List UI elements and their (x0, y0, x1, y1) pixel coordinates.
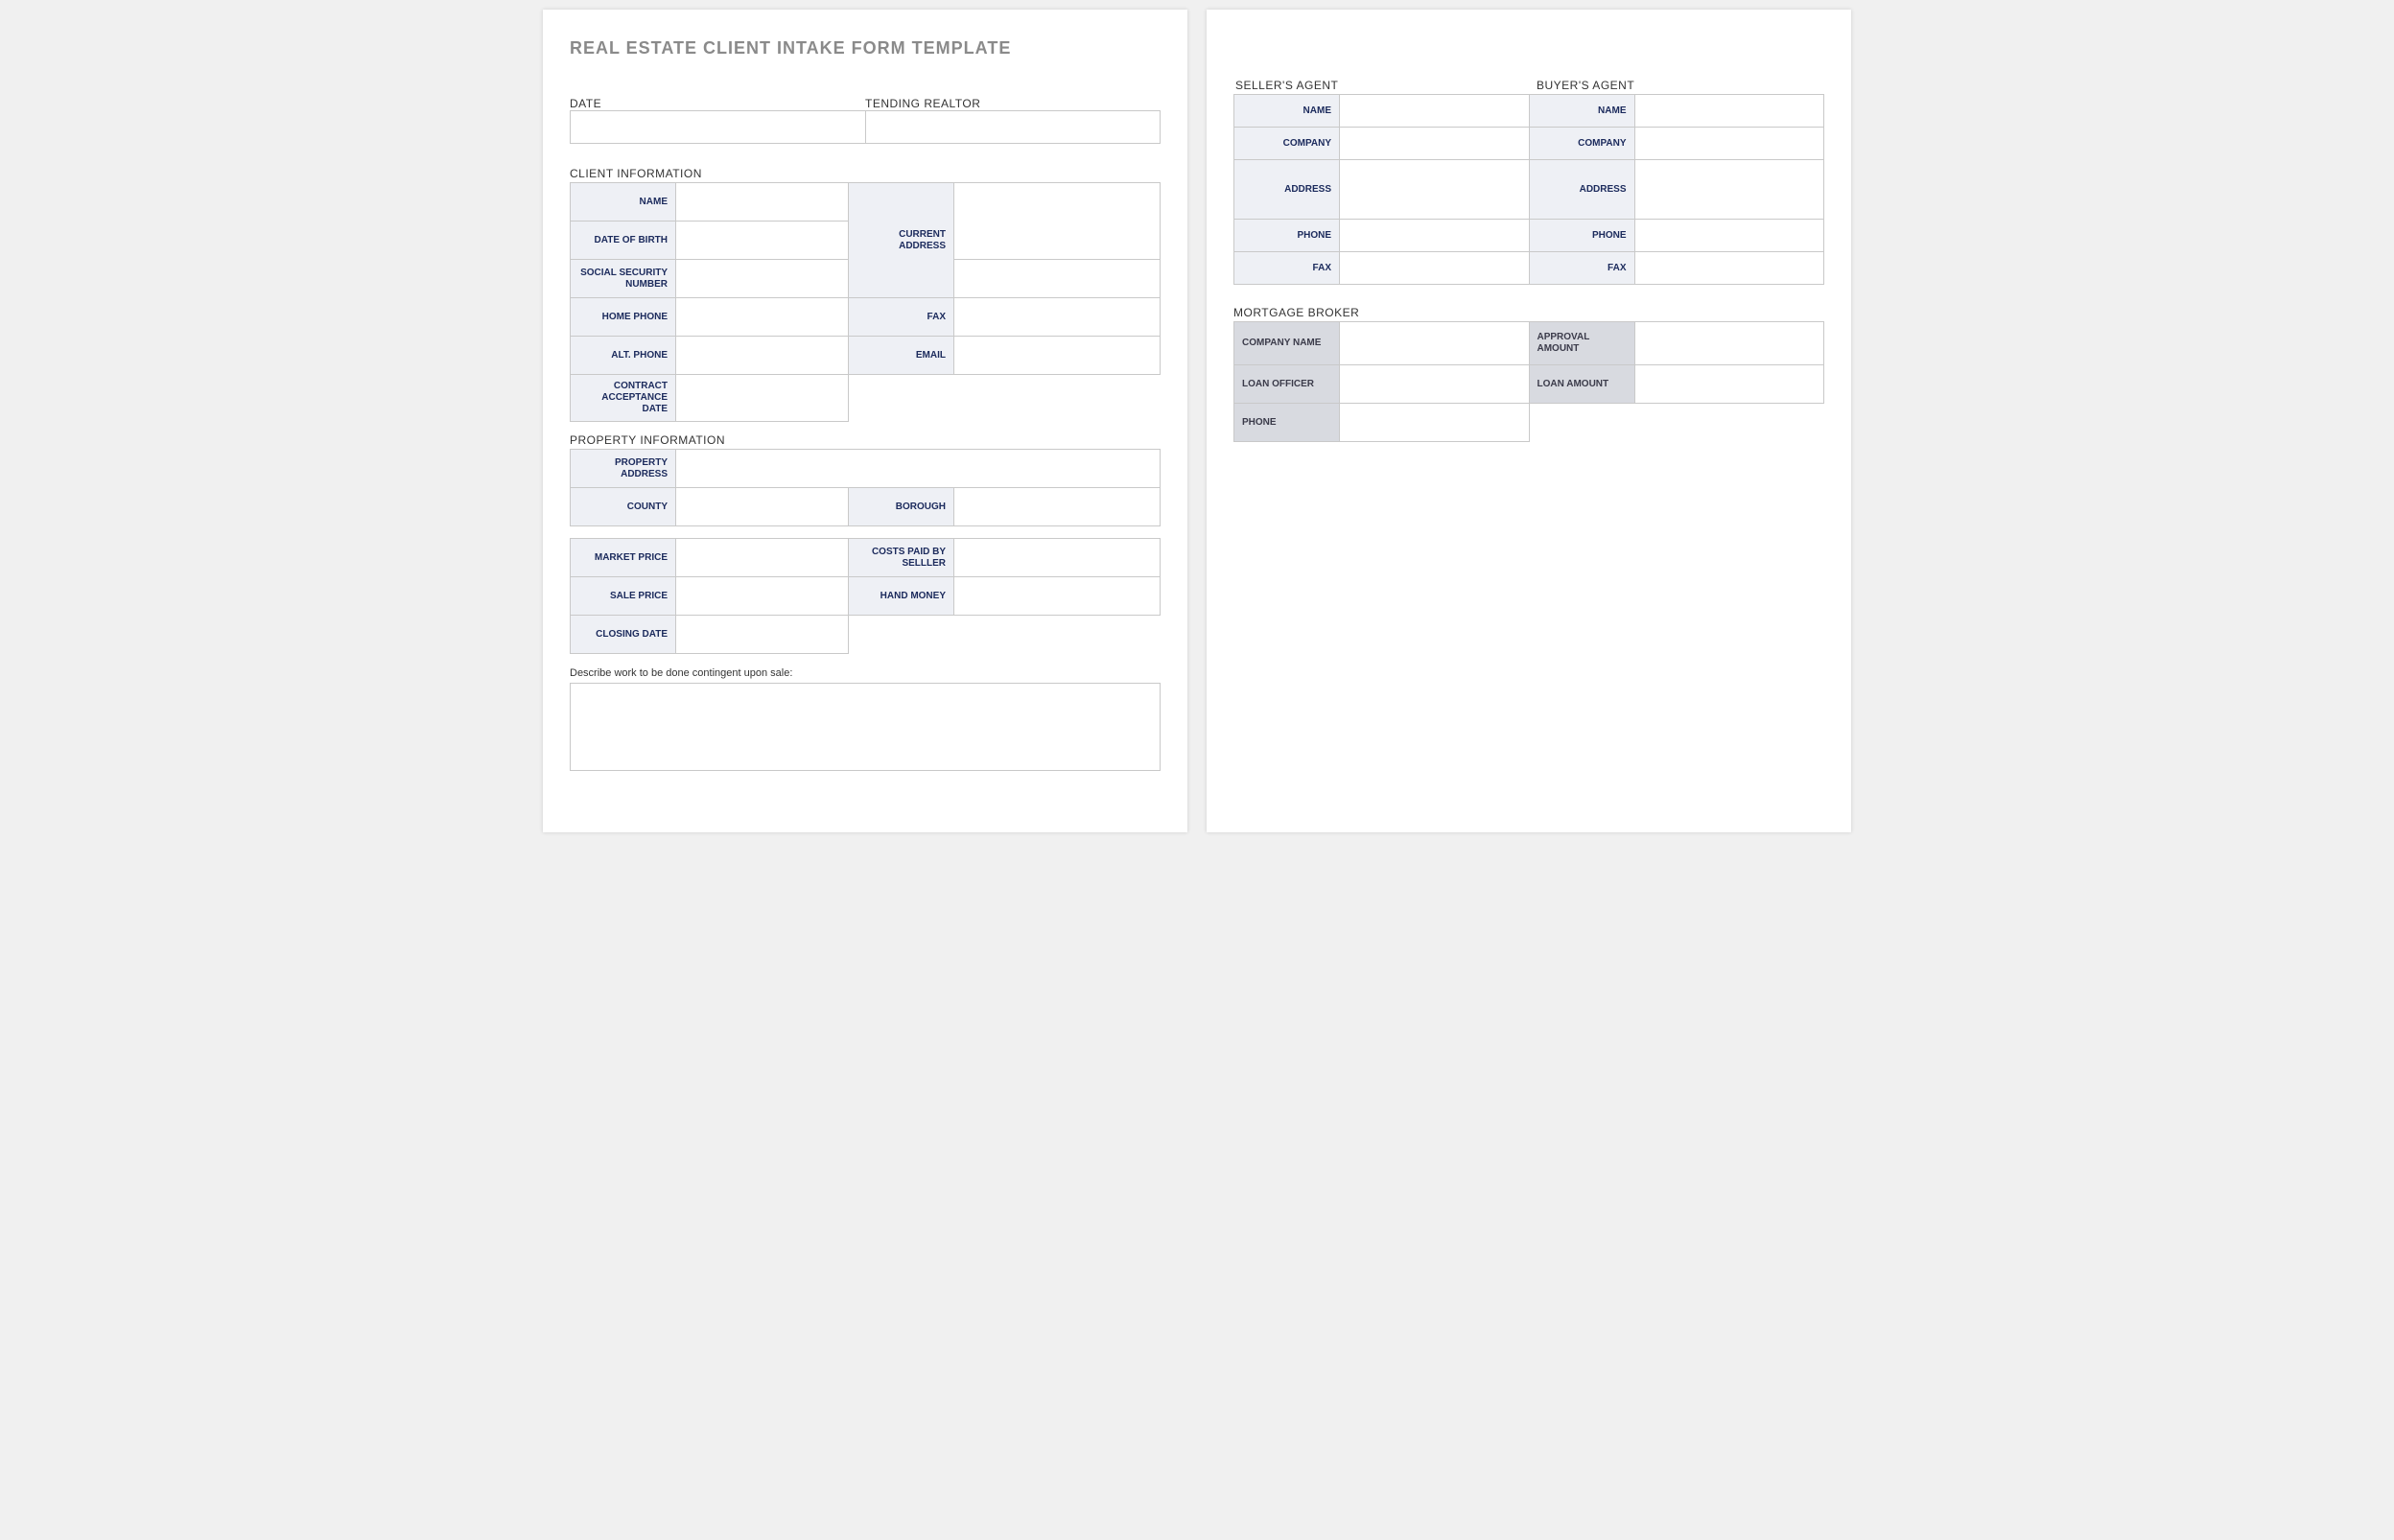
label-alt-phone: ALT. PHONE (571, 337, 676, 375)
buyers-agent-header: BUYER'S AGENT (1523, 79, 1824, 92)
describe-label: Describe work to be done contingent upon… (570, 667, 1161, 679)
label-costs-paid: COSTS PAID BY SELLLER (849, 539, 954, 577)
input-closing-date[interactable] (676, 616, 849, 654)
input-costs-paid[interactable] (954, 539, 1161, 577)
page-2: SELLER'S AGENT BUYER'S AGENT NAME NAME C… (1207, 10, 1851, 832)
property-table-2: MARKET PRICE COSTS PAID BY SELLLER SALE … (570, 538, 1161, 654)
input-market-price[interactable] (676, 539, 849, 577)
label-loan-amount: LOAN AMOUNT (1529, 365, 1634, 404)
label-name: NAME (571, 183, 676, 222)
sellers-agent-header: SELLER'S AGENT (1233, 79, 1523, 92)
input-approval-amount[interactable] (1634, 322, 1824, 365)
input-seller-address[interactable] (1340, 160, 1530, 220)
label-county: COUNTY (571, 488, 676, 526)
input-contract-date[interactable] (676, 375, 849, 422)
label-home-phone: HOME PHONE (571, 298, 676, 337)
label-sale-price: SALE PRICE (571, 577, 676, 616)
date-input[interactable] (571, 111, 866, 144)
property-table-1: PROPERTY ADDRESS COUNTY BOROUGH (570, 449, 1161, 526)
input-buyer-company[interactable] (1634, 128, 1824, 160)
input-county[interactable] (676, 488, 849, 526)
label-market-price: MARKET PRICE (571, 539, 676, 577)
input-loan-officer[interactable] (1340, 365, 1530, 404)
form-title: REAL ESTATE CLIENT INTAKE FORM TEMPLATE (570, 38, 1161, 58)
input-fax[interactable] (954, 298, 1161, 337)
input-ssn[interactable] (676, 260, 849, 298)
input-alt-phone[interactable] (676, 337, 849, 375)
label-borough: BOROUGH (849, 488, 954, 526)
input-buyer-address[interactable] (1634, 160, 1824, 220)
input-seller-fax[interactable] (1340, 252, 1530, 285)
label-buyer-address: ADDRESS (1529, 160, 1634, 220)
input-address-2[interactable] (954, 260, 1161, 298)
input-name[interactable] (676, 183, 849, 222)
label-buyer-phone: PHONE (1529, 220, 1634, 252)
agents-table: NAME NAME COMPANY COMPANY ADDRESS ADDRES… (1233, 94, 1824, 285)
label-buyer-fax: FAX (1529, 252, 1634, 285)
property-section-header: PROPERTY INFORMATION (570, 433, 1161, 447)
realtor-input[interactable] (865, 111, 1161, 144)
input-home-phone[interactable] (676, 298, 849, 337)
broker-section-header: MORTGAGE BROKER (1233, 306, 1824, 319)
input-borough[interactable] (954, 488, 1161, 526)
describe-input[interactable] (570, 683, 1161, 771)
label-buyer-name: NAME (1529, 95, 1634, 128)
input-broker-phone[interactable] (1340, 404, 1530, 442)
input-seller-company[interactable] (1340, 128, 1530, 160)
label-loan-officer: LOAN OFFICER (1234, 365, 1340, 404)
input-seller-phone[interactable] (1340, 220, 1530, 252)
input-dob[interactable] (676, 222, 849, 260)
label-broker-phone: PHONE (1234, 404, 1340, 442)
label-ssn: SOCIAL SECURITY NUMBER (571, 260, 676, 298)
input-buyer-phone[interactable] (1634, 220, 1824, 252)
date-header: DATE (570, 97, 865, 110)
label-closing-date: CLOSING DATE (571, 616, 676, 654)
label-hand-money: HAND MONEY (849, 577, 954, 616)
input-seller-name[interactable] (1340, 95, 1530, 128)
label-current-address: CURRENT ADDRESS (849, 183, 954, 298)
label-seller-name: NAME (1234, 95, 1340, 128)
input-hand-money[interactable] (954, 577, 1161, 616)
label-contract-date: CONTRACT ACCEPTANCE DATE (571, 375, 676, 422)
realtor-header: TENDING REALTOR (865, 97, 1161, 110)
broker-table: COMPANY NAME APPROVAL AMOUNT LOAN OFFICE… (1233, 321, 1824, 442)
label-approval-amount: APPROVAL AMOUNT (1529, 322, 1634, 365)
label-seller-fax: FAX (1234, 252, 1340, 285)
input-buyer-name[interactable] (1634, 95, 1824, 128)
label-email: EMAIL (849, 337, 954, 375)
input-address-1[interactable] (954, 183, 1161, 260)
agents-headers: SELLER'S AGENT BUYER'S AGENT (1233, 79, 1824, 94)
label-seller-phone: PHONE (1234, 220, 1340, 252)
label-dob: DATE OF BIRTH (571, 222, 676, 260)
input-prop-address[interactable] (676, 450, 1161, 488)
input-buyer-fax[interactable] (1634, 252, 1824, 285)
input-loan-amount[interactable] (1634, 365, 1824, 404)
label-company-name: COMPANY NAME (1234, 322, 1340, 365)
label-buyer-company: COMPANY (1529, 128, 1634, 160)
label-seller-company: COMPANY (1234, 128, 1340, 160)
top-headers: DATE TENDING REALTOR (570, 97, 1161, 110)
input-company-name[interactable] (1340, 322, 1530, 365)
page-1: REAL ESTATE CLIENT INTAKE FORM TEMPLATE … (543, 10, 1187, 832)
label-seller-address: ADDRESS (1234, 160, 1340, 220)
client-section-header: CLIENT INFORMATION (570, 167, 1161, 180)
label-prop-address: PROPERTY ADDRESS (571, 450, 676, 488)
label-fax: FAX (849, 298, 954, 337)
input-email[interactable] (954, 337, 1161, 375)
client-table: NAME CURRENT ADDRESS DATE OF BIRTH SOCIA… (570, 182, 1161, 422)
input-sale-price[interactable] (676, 577, 849, 616)
top-table (570, 110, 1161, 144)
